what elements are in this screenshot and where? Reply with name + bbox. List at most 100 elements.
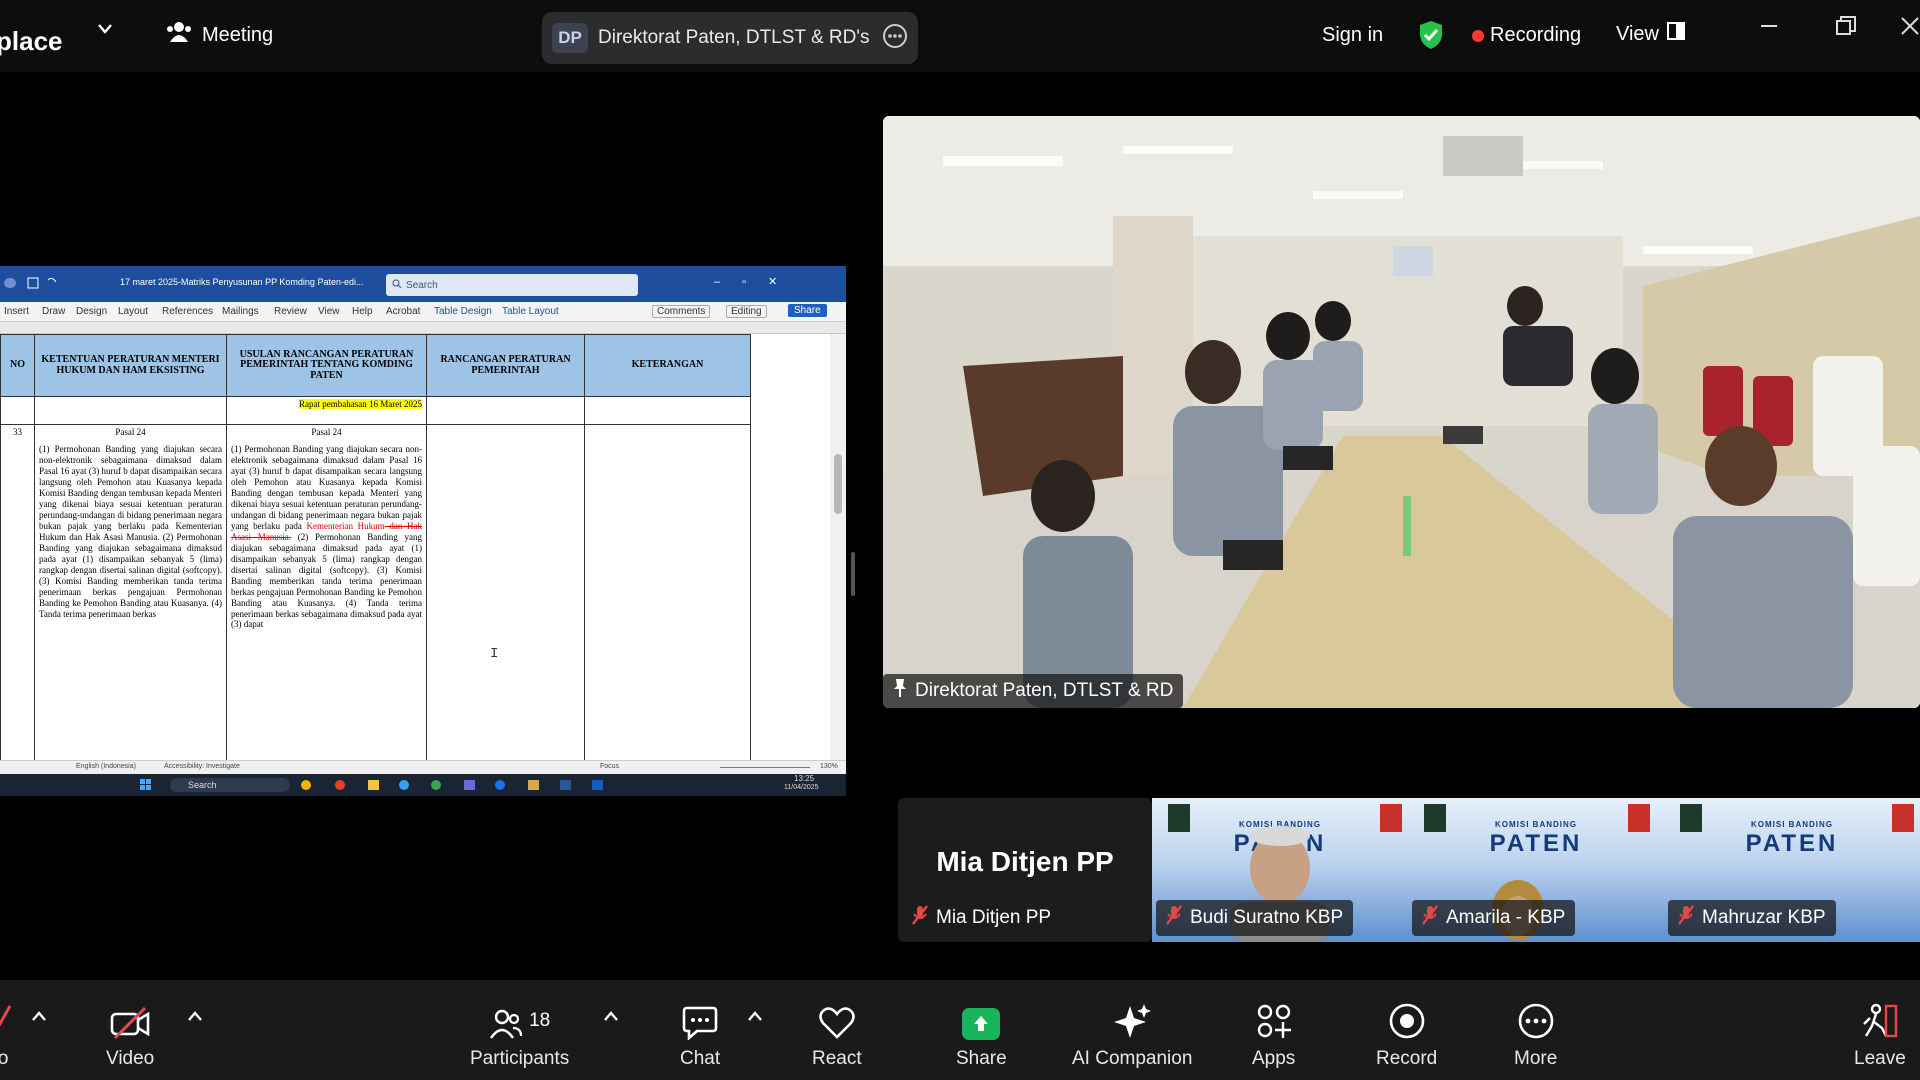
document-page[interactable]: NO KETENTUAN PERATURAN MENTERI HUKUM DAN… (0, 334, 830, 760)
more-label: More (1514, 1048, 1558, 1069)
taskbar-app-icons[interactable] (300, 779, 610, 793)
meeting-info-pill[interactable]: DP Direktorat Paten, DTLST & RD's s (542, 12, 918, 64)
recording-indicator[interactable]: Recording (1472, 24, 1581, 47)
ribbon-tab[interactable]: Draw (42, 306, 65, 317)
split-view-handle[interactable] (851, 552, 855, 596)
autosave-icon[interactable] (4, 276, 64, 293)
ribbon-tab[interactable]: Layout (118, 306, 148, 317)
ribbon-tab[interactable]: Table Layout (502, 306, 559, 317)
participants-icon (490, 1009, 523, 1039)
leave-icon (1863, 1003, 1898, 1038)
restore-icon[interactable] (1836, 16, 1856, 36)
close-icon[interactable] (1900, 16, 1920, 36)
sign-in-button[interactable]: Sign in (1322, 24, 1383, 47)
table-cell (584, 396, 751, 425)
audio-button[interactable]: io (0, 1000, 12, 1070)
meeting-avatar: DP (552, 23, 588, 53)
table-cell (34, 396, 227, 425)
app-name: place (0, 26, 63, 56)
table-cell: Rapat pembahasan 16 Maret 2025 (226, 396, 427, 425)
meeting-button[interactable]: Meeting (166, 20, 273, 50)
word-window-controls[interactable]: –▫✕ (714, 275, 799, 288)
ribbon-tab[interactable]: Design (76, 306, 107, 317)
scrollbar-thumb[interactable] (834, 454, 842, 514)
chat-button[interactable]: Chat (680, 1000, 720, 1070)
leave-button[interactable]: Leave (1854, 1000, 1906, 1070)
share-screen-button[interactable]: Share (956, 1000, 1007, 1070)
ribbon-tab[interactable]: View (318, 306, 340, 317)
table-header-no: NO (0, 334, 35, 397)
more-button[interactable]: More (1514, 1000, 1557, 1070)
recording-dot-icon (1472, 29, 1484, 42)
windows-start-icon[interactable] (140, 779, 152, 793)
word-search-box[interactable]: Search (386, 274, 638, 296)
ribbon-tab[interactable]: References (162, 306, 213, 317)
audio-label: io (0, 1048, 9, 1069)
row-number: 33 (0, 424, 35, 760)
shield-icon[interactable] (1418, 20, 1444, 50)
ribbon-tab[interactable]: Table Design (434, 306, 492, 317)
participant-name-tag: Amarila - KBP (1412, 900, 1576, 936)
muted-mic-icon (0, 1005, 12, 1027)
participant-tile[interactable]: KOMISI BANDING PATEN Amarila - KBP (1408, 798, 1664, 942)
pasal-heading: Pasal 24 (115, 427, 146, 437)
participant-name: Mia Ditjen PP (936, 907, 1052, 928)
active-speaker-video[interactable]: Direktorat Paten, DTLST & RD (883, 116, 1920, 708)
status-language[interactable]: English (Indonesia) (76, 763, 136, 770)
participant-tile[interactable]: Mia Ditjen PP Mia Ditjen PP (898, 798, 1152, 942)
comments-button[interactable]: Comments (652, 305, 711, 318)
video-button[interactable]: Video (106, 1000, 154, 1070)
document-scrollbar[interactable] (830, 334, 846, 760)
taskbar-clock-date[interactable]: 11/04/2025 (784, 784, 819, 791)
ribbon-tab[interactable]: Acrobat (386, 306, 420, 317)
view-button[interactable]: View (1616, 22, 1685, 46)
meeting-toolbar: io Video 18 Participants Chat React Shar… (0, 980, 1920, 1080)
pasal-heading: Pasal 24 (311, 427, 342, 437)
ribbon-tab[interactable]: Mailings (222, 306, 259, 317)
word-share-button[interactable]: Share (788, 304, 827, 317)
heart-icon (819, 1007, 855, 1039)
view-label: View (1616, 22, 1659, 45)
participants-button[interactable]: 18 Participants (470, 1000, 569, 1070)
pin-icon[interactable] (893, 678, 907, 704)
ribbon-tab[interactable]: Help (352, 306, 373, 317)
audio-options-caret[interactable] (32, 1008, 46, 1025)
participants-options-caret[interactable] (604, 1008, 618, 1025)
active-speaker-name: Direktorat Paten, DTLST & RD (915, 680, 1174, 701)
ribbon-tab[interactable]: Insert (4, 306, 29, 317)
record-icon (1389, 1003, 1424, 1039)
chevron-down-icon[interactable] (98, 24, 112, 34)
zoom-slider[interactable] (720, 767, 810, 768)
grid-view-icon (1667, 22, 1685, 46)
more-icon (1518, 1003, 1553, 1039)
react-label: React (812, 1048, 862, 1069)
ai-companion-button[interactable]: AI Companion (1072, 1000, 1192, 1070)
ribbon-tab[interactable]: Review (274, 306, 307, 317)
status-zoom[interactable]: 130% (820, 763, 838, 770)
minimize-icon[interactable] (1760, 16, 1778, 34)
taskbar-search[interactable]: Search (170, 778, 290, 792)
chat-label: Chat (680, 1048, 721, 1069)
status-accessibility[interactable]: Accessibility: Investigate (164, 763, 240, 770)
share-screen-icon (962, 1008, 1001, 1040)
more-options-icon[interactable] (882, 23, 908, 54)
proposal-text: (1) Permohonan Banding yang diajukan sec… (231, 444, 422, 630)
muted-mic-icon (1166, 904, 1182, 932)
record-button[interactable]: Record (1376, 1000, 1437, 1070)
video-options-caret[interactable] (188, 1008, 202, 1025)
table-cell (426, 396, 585, 425)
status-focus[interactable]: Focus (600, 763, 619, 770)
shared-screen[interactable]: 17 maret 2025-Matriks Penyusunan PP Komd… (0, 266, 846, 796)
taskbar-clock-time[interactable]: 13:25 (794, 774, 814, 783)
apps-button[interactable]: Apps (1252, 1000, 1295, 1070)
editing-button[interactable]: Editing (726, 305, 767, 318)
word-search-placeholder: Search (406, 279, 438, 291)
react-button[interactable]: React (812, 1000, 862, 1070)
participant-tile[interactable]: KOMISI BANDING PATEN Budi Suratno KBP (1152, 798, 1408, 942)
chat-options-caret[interactable] (748, 1008, 762, 1025)
participant-tile[interactable]: KOMISI BANDING PATEN Mahruzar KBP (1664, 798, 1920, 942)
participant-name-tag: Mia Ditjen PP (902, 900, 1061, 936)
participant-name-tag: Mahruzar KBP (1668, 900, 1836, 936)
document-title: 17 maret 2025-Matriks Penyusunan PP Komd… (120, 277, 364, 287)
participant-name-tag: Budi Suratno KBP (1156, 900, 1354, 936)
